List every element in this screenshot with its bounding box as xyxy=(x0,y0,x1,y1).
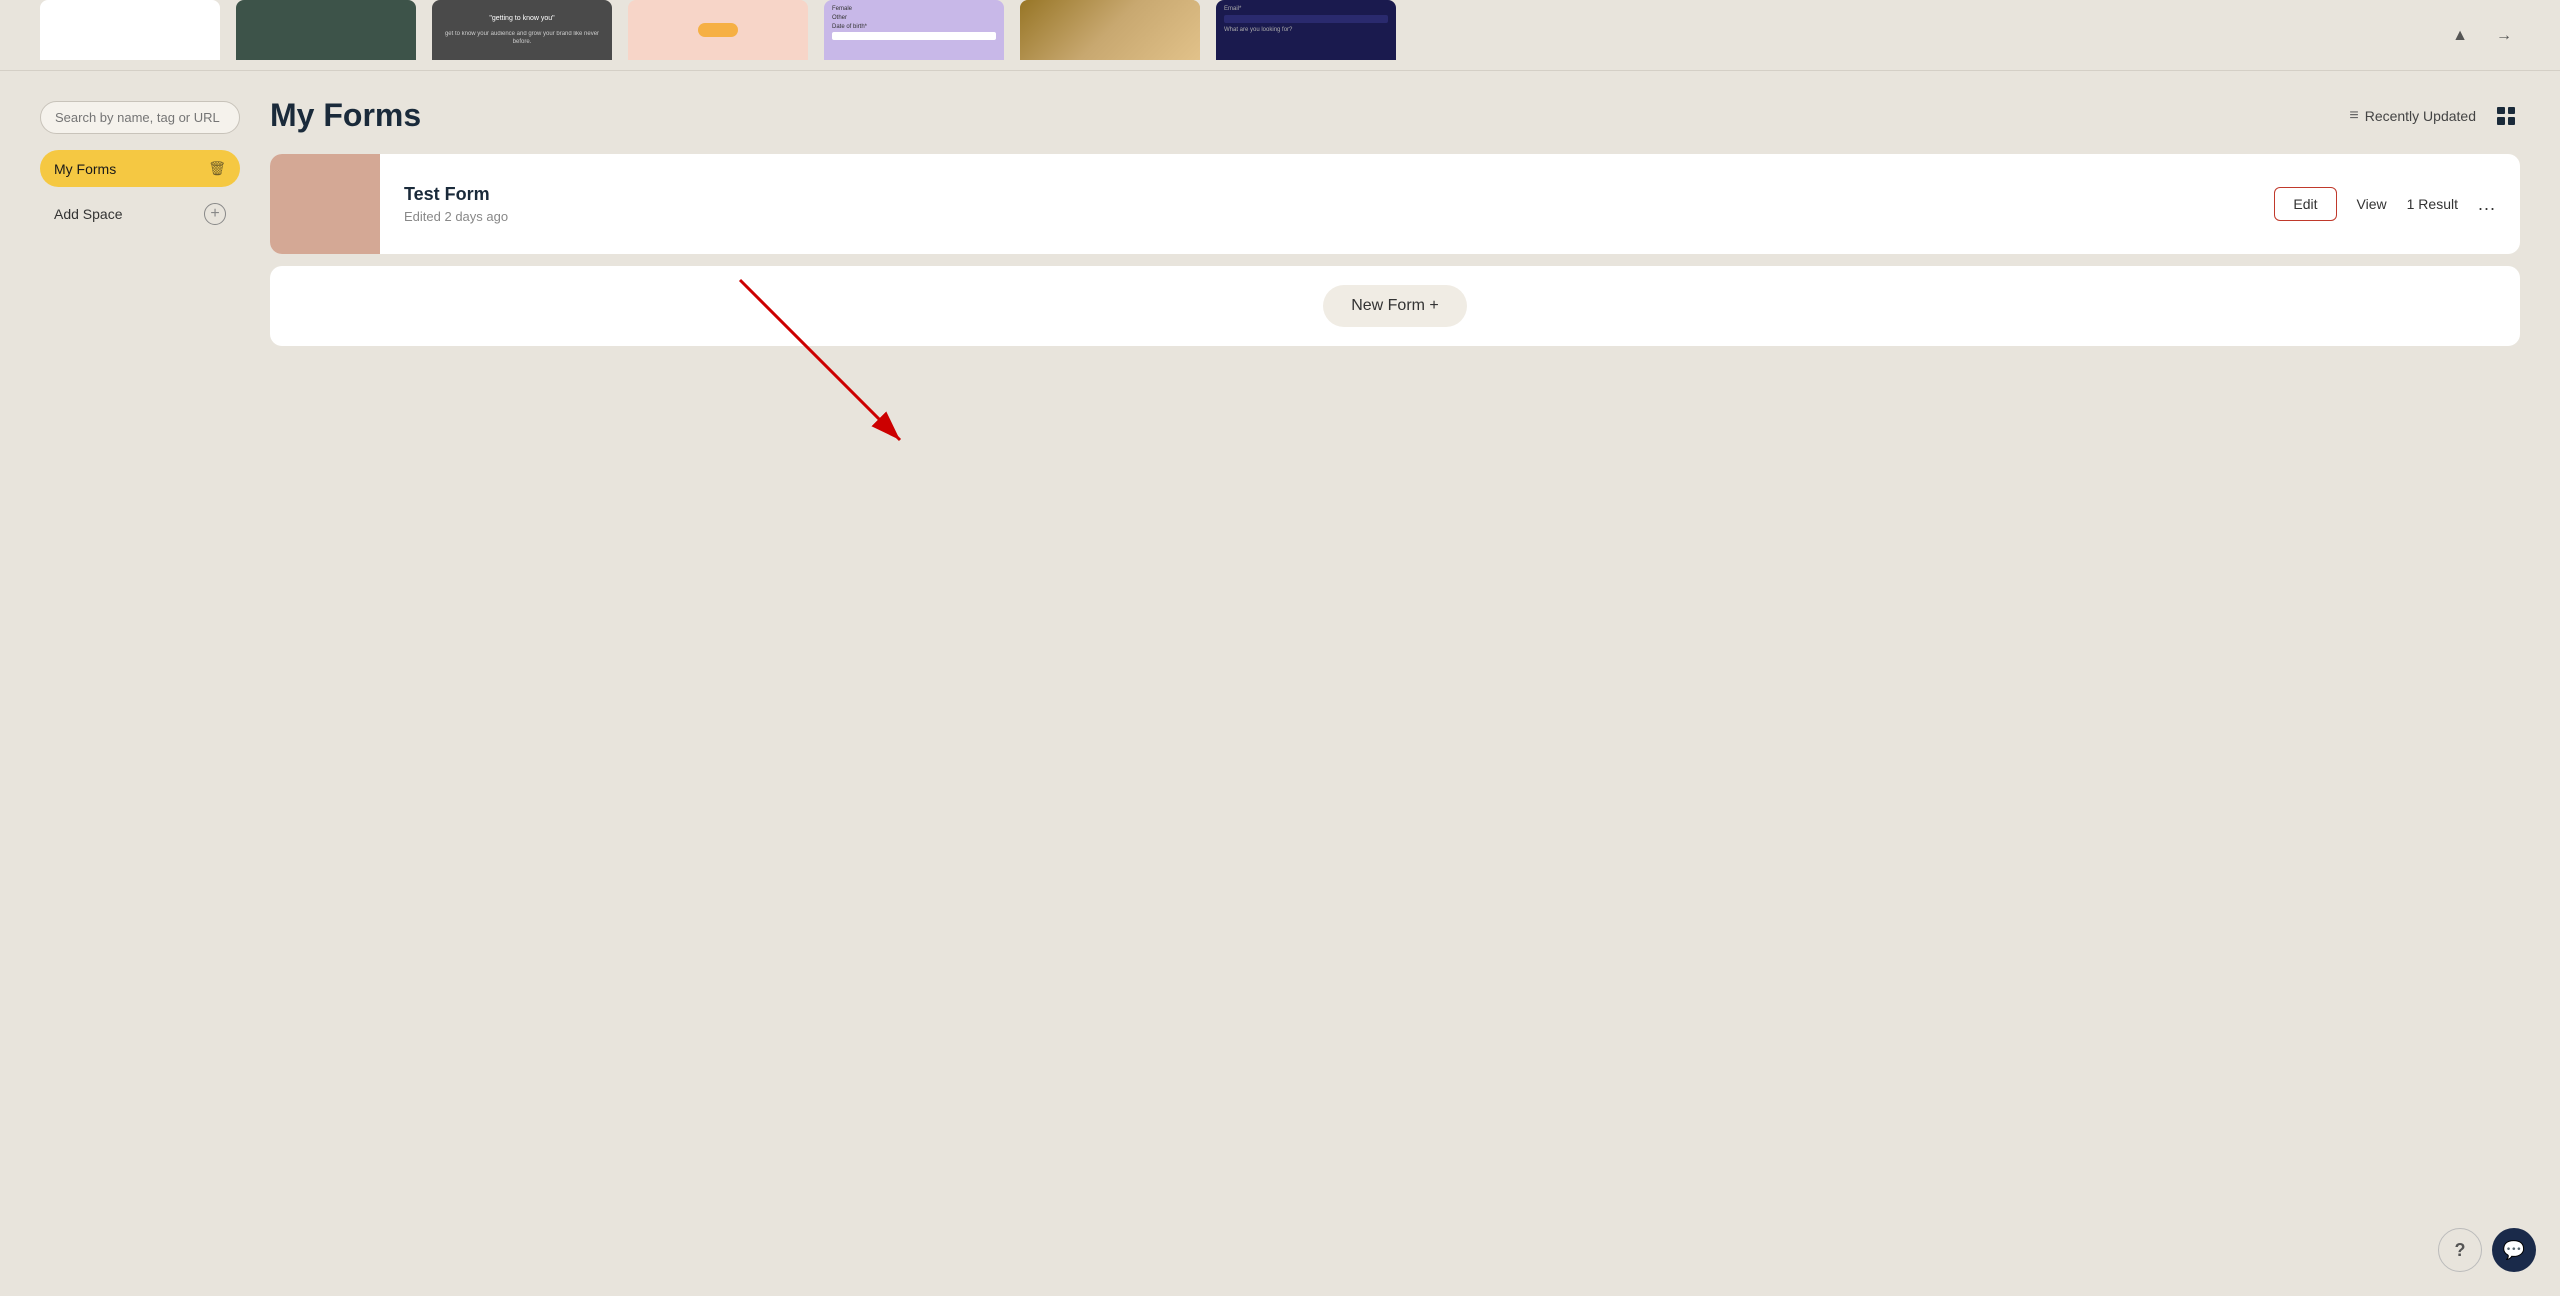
template-card-7[interactable]: Email* What are you looking for? xyxy=(1216,0,1396,60)
template-card-3-subtext: get to know your audience and grow your … xyxy=(432,27,612,51)
page-title: My Forms xyxy=(270,97,421,134)
results-button[interactable]: 1 Result xyxy=(2407,196,2458,212)
sidebar-item-my-forms[interactable]: My Forms 🗑 xyxy=(40,150,240,187)
carousel-navigation: ▲ → xyxy=(2444,20,2520,52)
template-card-1[interactable] xyxy=(40,0,220,60)
new-form-card: New Form + xyxy=(270,266,2520,346)
section-divider xyxy=(0,70,2560,71)
add-space-icon: + xyxy=(204,203,226,225)
search-input[interactable] xyxy=(40,101,240,134)
template-card-6[interactable] xyxy=(1020,0,1200,60)
template-card-2[interactable] xyxy=(236,0,416,60)
sidebar-item-my-forms-label: My Forms xyxy=(54,161,116,177)
grid-dots-icon xyxy=(2497,107,2515,125)
template-card-3-text: "getting to know you" xyxy=(485,10,558,27)
template-card-5[interactable]: Female Other Date of birth* xyxy=(824,0,1004,60)
help-question-button[interactable]: ? xyxy=(2438,1228,2482,1272)
sort-icon: ≡ xyxy=(2349,107,2358,125)
form-card-info-1: Test Form Edited 2 days ago xyxy=(380,164,2274,244)
forms-header-controls: ≡ Recently Updated xyxy=(2349,102,2520,130)
form-card-thumbnail-1 xyxy=(270,154,380,254)
carousel-prev-button[interactable]: ▲ xyxy=(2444,20,2476,52)
trash-icon: 🗑 xyxy=(208,160,226,177)
sidebar-item-add-space[interactable]: Add Space + xyxy=(40,193,240,235)
template-card-3[interactable]: "getting to know you" get to know your a… xyxy=(432,0,612,60)
help-chat-button[interactable]: 💬 xyxy=(2492,1228,2536,1272)
carousel-next-button[interactable]: → xyxy=(2488,20,2520,52)
forms-header: My Forms ≡ Recently Updated xyxy=(270,97,2520,134)
view-button[interactable]: View xyxy=(2357,196,2387,212)
sort-control[interactable]: ≡ Recently Updated xyxy=(2349,107,2476,125)
new-form-button[interactable]: New Form + xyxy=(1323,285,1467,327)
form-card-actions-1: Edit View 1 Result ... xyxy=(2274,187,2520,221)
form-card-date-1: Edited 2 days ago xyxy=(404,209,2250,224)
form-card-name-1: Test Form xyxy=(404,184,2250,205)
form-card-1: Test Form Edited 2 days ago Edit View 1 … xyxy=(270,154,2520,254)
template-carousel: "getting to know you" get to know your a… xyxy=(0,0,2560,60)
forms-area: My Forms ≡ Recently Updated xyxy=(270,91,2520,358)
sort-label: Recently Updated xyxy=(2365,108,2476,124)
template-card-4[interactable] xyxy=(628,0,808,60)
edit-button[interactable]: Edit xyxy=(2274,187,2336,221)
grid-view-button[interactable] xyxy=(2492,102,2520,130)
main-content: My Forms 🗑 Add Space + My Forms ≡ Recent… xyxy=(0,91,2560,358)
bottom-help-area: ? 💬 xyxy=(2438,1228,2536,1272)
sidebar-item-add-space-label: Add Space xyxy=(54,206,123,222)
sidebar: My Forms 🗑 Add Space + xyxy=(40,91,240,358)
more-options-button[interactable]: ... xyxy=(2478,194,2496,215)
